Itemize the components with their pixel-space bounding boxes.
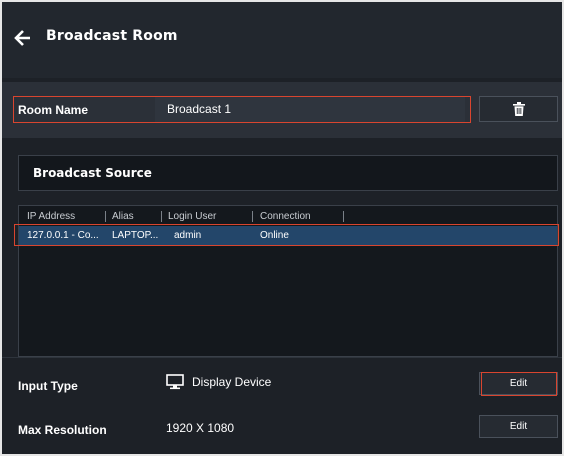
broadcast-room-window: Broadcast Room Room Name Broadcast 1 Bro… (2, 2, 562, 454)
max-resolution-text: 1920 X 1080 (166, 421, 235, 435)
broadcast-source-table: IP Address Alias Login User Connection 1… (18, 205, 558, 357)
column-header-ip-address[interactable]: IP Address (27, 211, 75, 222)
edit-max-resolution-button[interactable]: Edit (479, 415, 558, 438)
column-divider[interactable] (105, 211, 106, 222)
column-divider[interactable] (161, 211, 162, 222)
room-name-label: Room Name (18, 103, 89, 117)
cell-connection: Online (260, 230, 289, 241)
divider (2, 357, 562, 358)
input-type-text: Display Device (192, 375, 272, 389)
monitor-icon (166, 374, 184, 390)
input-type-value: Display Device (166, 374, 271, 390)
column-header-connection[interactable]: Connection (260, 211, 311, 222)
cell-alias: LAPTOP... (112, 230, 159, 241)
delete-room-button[interactable] (479, 96, 558, 122)
arrow-left-icon[interactable] (14, 29, 32, 47)
max-resolution-label: Max Resolution (18, 423, 107, 437)
page-title: Broadcast Room (46, 28, 178, 44)
room-name-input[interactable]: Broadcast 1 (155, 96, 465, 122)
input-type-label: Input Type (18, 379, 78, 393)
column-divider[interactable] (252, 211, 253, 222)
max-resolution-value: 1920 X 1080 (166, 421, 234, 435)
cell-login-user: admin (174, 230, 202, 241)
column-header-login-user[interactable]: Login User (168, 211, 216, 222)
header: Broadcast Room (2, 2, 562, 78)
edit-input-type-button[interactable]: Edit (479, 372, 558, 395)
table-header: IP Address Alias Login User Connection (19, 206, 557, 226)
broadcast-source-header: Broadcast Source (18, 155, 558, 191)
column-header-alias[interactable]: Alias (112, 211, 134, 222)
trash-icon (512, 102, 525, 116)
broadcast-source-title: Broadcast Source (33, 166, 152, 180)
table-row[interactable]: 127.0.0.1 - Co... LAPTOP... admin Online (19, 226, 557, 245)
cell-ip-address: 127.0.0.1 - Co... (27, 230, 99, 241)
column-divider[interactable] (343, 211, 344, 222)
